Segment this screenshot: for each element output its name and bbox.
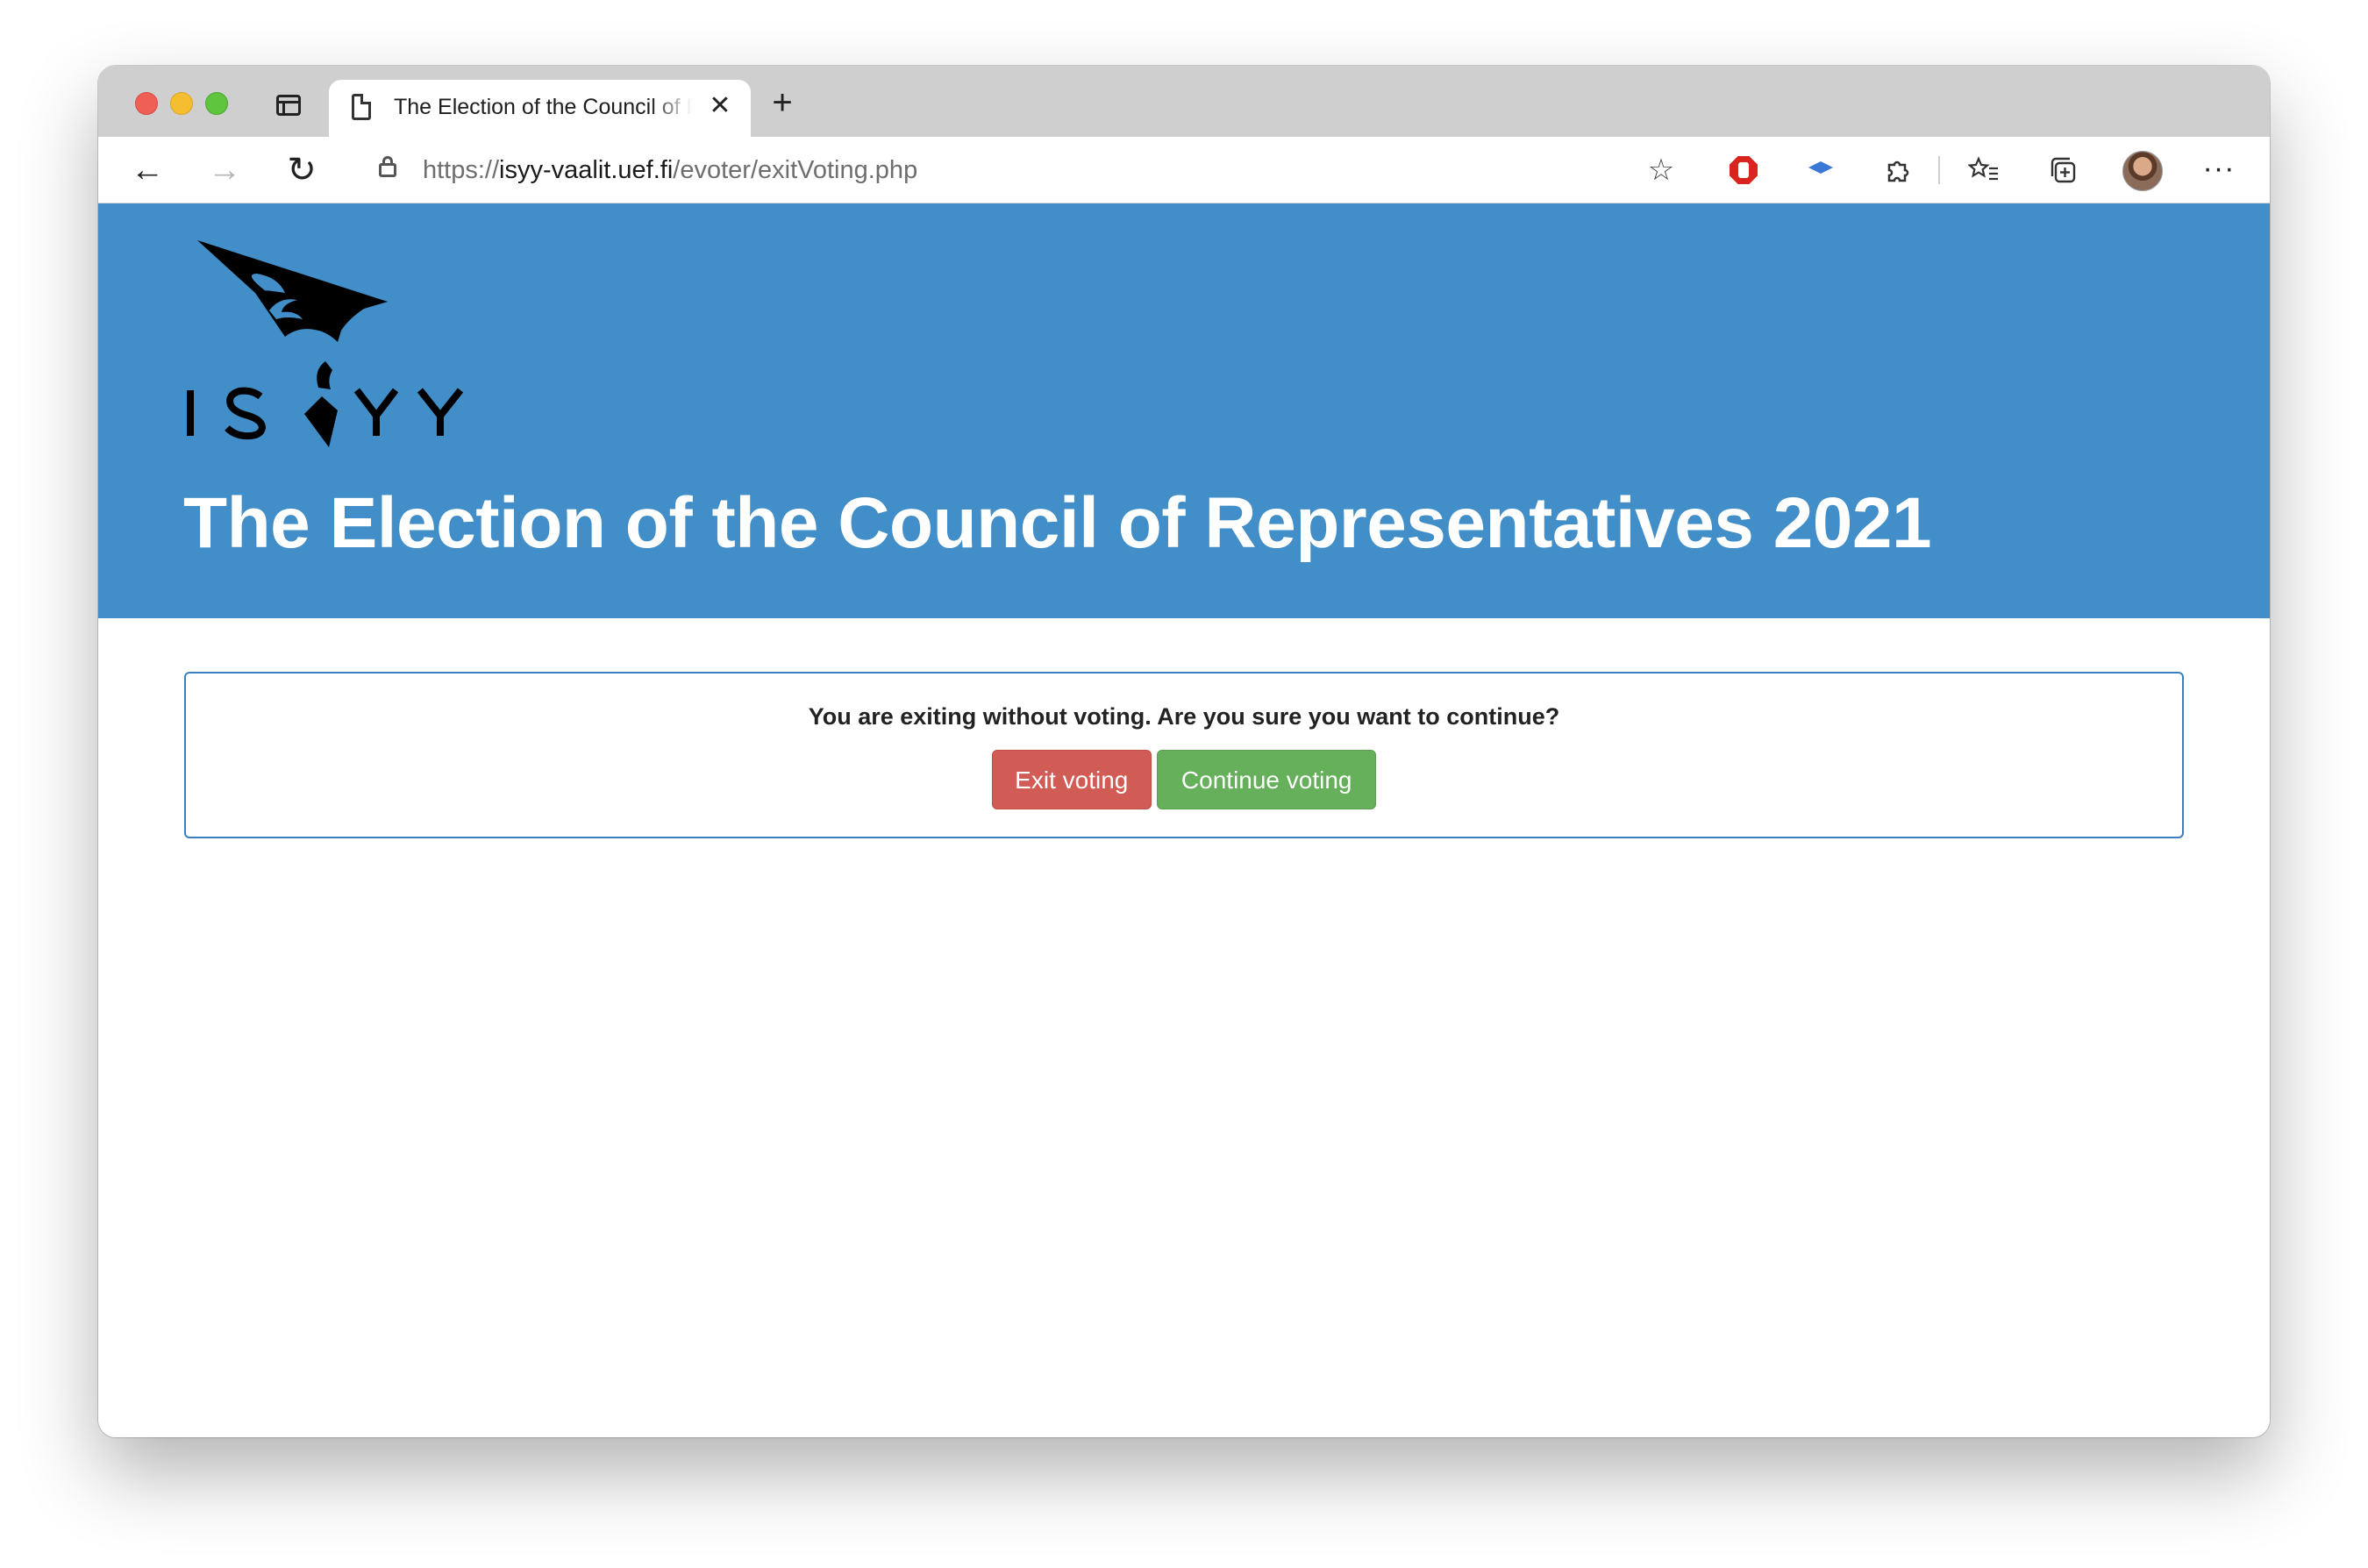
url-scheme: https://	[423, 156, 500, 184]
lock-icon[interactable]	[379, 156, 396, 177]
profile-avatar[interactable]	[2122, 151, 2163, 191]
exit-confirmation-panel: You are exiting without voting. Are you …	[184, 672, 2184, 838]
browser-window: The Election of the Council of Represent…	[98, 66, 2270, 1437]
back-button[interactable]: ←	[128, 151, 167, 189]
favorites-icon[interactable]	[1965, 151, 2003, 189]
tab-actions-icon[interactable]	[276, 95, 301, 116]
adblock-icon[interactable]	[1724, 151, 1763, 189]
forward-button[interactable]: →	[205, 151, 244, 189]
page-content: The Election of the Council of Represent…	[98, 203, 2270, 1437]
extensions-icon[interactable]	[1879, 151, 1917, 189]
site-header: The Election of the Council of Represent…	[98, 203, 2270, 618]
url-path: /evoter/exitVoting.php	[673, 156, 918, 184]
more-icon[interactable]: ···	[2200, 151, 2238, 189]
exit-voting-button[interactable]: Exit voting	[991, 750, 1152, 809]
browser-toolbar: ← → ↻ https://isyy-vaalit.uef.fi/evoter/…	[98, 137, 2270, 203]
favorite-add-icon[interactable]: ☆	[1644, 153, 1679, 188]
button-row: Exit voting Continue voting	[186, 750, 2182, 809]
url-host: isyy-vaalit.uef.fi	[499, 156, 674, 184]
minimize-window-button[interactable]	[170, 92, 193, 115]
continue-voting-button[interactable]: Continue voting	[1157, 750, 1377, 809]
confirmation-message: You are exiting without voting. Are you …	[808, 703, 1560, 730]
tab-strip: The Election of the Council of Represent…	[98, 66, 2270, 137]
isyy-logo	[187, 240, 464, 447]
address-bar[interactable]: https://isyy-vaalit.uef.fi/evoter/exitVo…	[353, 144, 1696, 196]
new-tab-button[interactable]: +	[765, 85, 800, 120]
toolbar-separator	[1938, 156, 1940, 184]
tab-title: The Election of the Council of Represent…	[394, 95, 692, 119]
reload-button[interactable]: ↻	[282, 151, 321, 189]
close-window-button[interactable]	[135, 92, 158, 115]
extension-cap-icon[interactable]	[1801, 151, 1840, 189]
tab-close-icon[interactable]: ✕	[706, 92, 734, 120]
zoom-window-button[interactable]	[205, 92, 228, 115]
page-title: The Election of the Council of Represent…	[183, 483, 1932, 563]
page-icon	[352, 94, 371, 120]
url-text[interactable]: https://isyy-vaalit.uef.fi/evoter/exitVo…	[423, 156, 917, 185]
collections-icon[interactable]	[2043, 151, 2082, 189]
tab-active[interactable]: The Election of the Council of Represent…	[329, 80, 751, 137]
